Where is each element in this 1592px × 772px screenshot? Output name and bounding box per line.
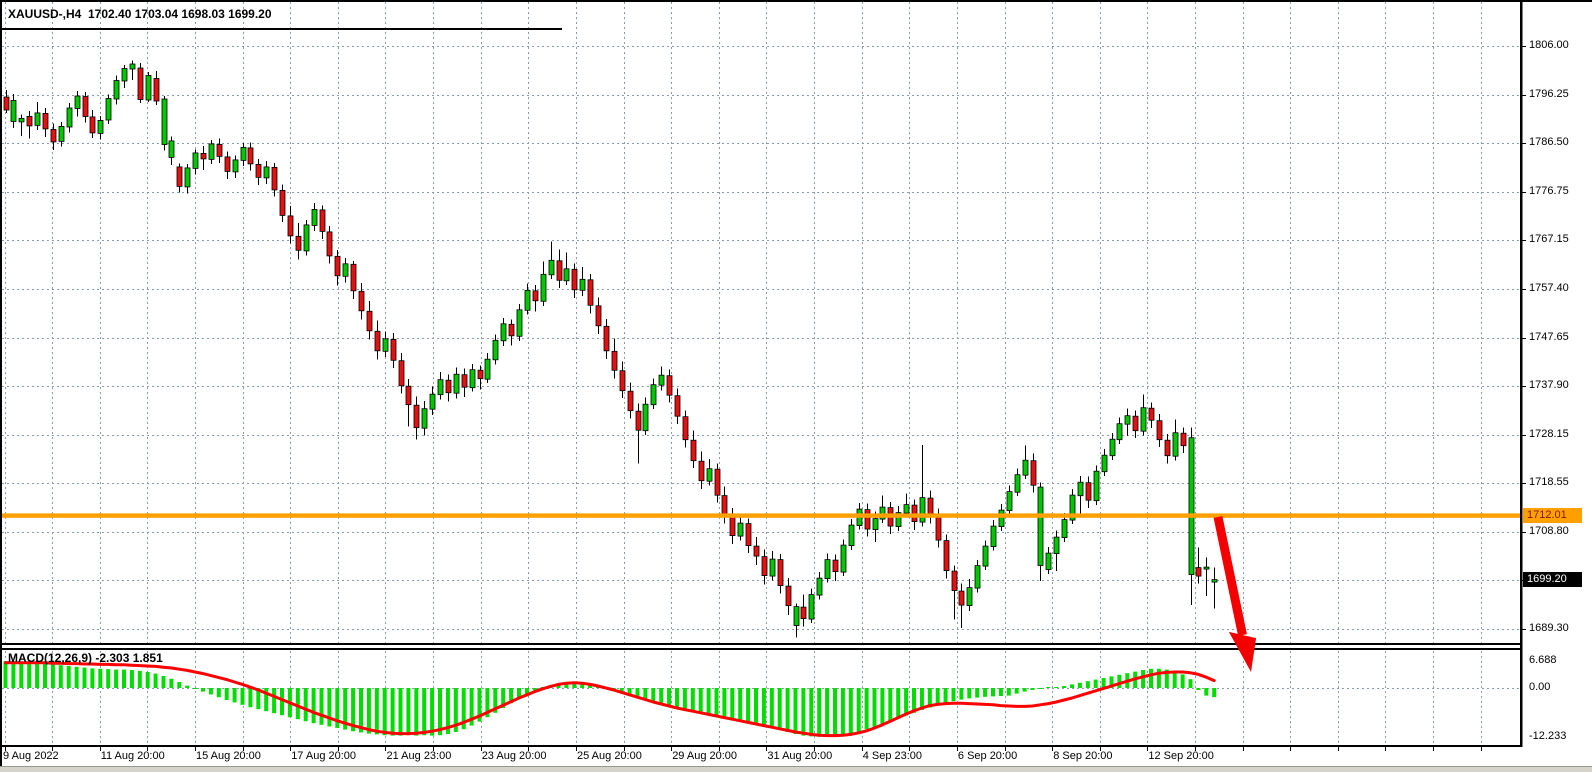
macd-scale-label: 6.688	[1529, 654, 1557, 666]
price-axis-label: 1776.75	[1529, 185, 1569, 197]
time-axis-label: 23 Aug 20:00	[482, 750, 547, 762]
price-axis-label: 1796.25	[1529, 88, 1569, 100]
price-axis-label: 1689.30	[1529, 622, 1569, 634]
time-axis-label: 21 Aug 23:00	[387, 750, 452, 762]
symbol-title: XAUUSD-,H4 1702.40 1703.04 1698.03 1699.…	[8, 7, 272, 21]
macd-indicator-label: MACD(12,26,9) -2.303 1.851	[8, 651, 163, 665]
time-axis-label: 8 Sep 20:00	[1053, 750, 1112, 762]
time-axis-label: 11 Aug 20:00	[101, 750, 165, 762]
time-axis-label: 12 Sep 20:00	[1148, 750, 1213, 762]
time-axis-label: 31 Aug 20:00	[767, 750, 832, 762]
time-axis-label: 9 Aug 2022	[3, 750, 59, 762]
time-axis-label: 6 Sep 20:00	[958, 750, 1017, 762]
bid-price-badge: 1699.20	[1523, 572, 1582, 587]
price-axis-label: 1728.15	[1529, 428, 1569, 440]
price-axis-label: 1767.15	[1529, 233, 1569, 245]
macd-scale-label: -12.233	[1529, 730, 1566, 742]
time-axis-label: 25 Aug 20:00	[577, 750, 642, 762]
price-axis-label: 1786.50	[1529, 136, 1569, 148]
time-axis-label: 15 Aug 20:00	[196, 750, 261, 762]
price-axis-label: 1806.00	[1529, 39, 1569, 51]
price-chart-canvas[interactable]	[0, 0, 1592, 772]
chart-window: XAUUSD-,H4 1702.40 1703.04 1698.03 1699.…	[0, 0, 1592, 772]
window-bottom-edge	[0, 766, 1592, 772]
hline-price-badge: 1712.01	[1523, 508, 1582, 523]
time-axis-label: 4 Sep 23:00	[863, 750, 922, 762]
macd-scale-label: 0.00	[1529, 681, 1550, 693]
price-axis-label: 1747.65	[1529, 331, 1569, 343]
price-axis-label: 1718.55	[1529, 476, 1569, 488]
time-axis-label: 17 Aug 20:00	[291, 750, 356, 762]
time-axis-label: 29 Aug 20:00	[672, 750, 737, 762]
price-axis-label: 1737.90	[1529, 379, 1569, 391]
price-axis-label: 1708.80	[1529, 525, 1569, 537]
price-axis-label: 1757.40	[1529, 282, 1569, 294]
